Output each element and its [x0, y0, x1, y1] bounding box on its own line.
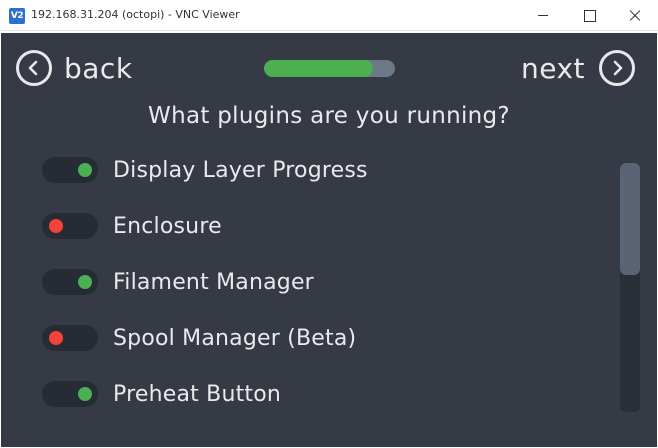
plugin-label: Filament Manager [113, 269, 314, 295]
window-title-bar: V2 192.168.31.204 (octopi) - VNC Viewer [0, 0, 658, 31]
plugin-label: Spool Manager (Beta) [113, 325, 357, 351]
plugin-row: Preheat Button [42, 379, 281, 409]
plugin-toggle[interactable] [42, 325, 98, 351]
toggle-knob [78, 387, 92, 401]
plugin-setup-screen: back next What plugins are you running? … [1, 33, 657, 447]
back-label: back [64, 51, 133, 85]
next-button[interactable]: next [521, 49, 635, 87]
chevron-left-circle-icon [16, 50, 52, 86]
plugin-toggle[interactable] [42, 381, 98, 407]
maximize-button[interactable] [566, 0, 612, 31]
plugin-toggle[interactable] [42, 213, 98, 239]
plugin-toggle[interactable] [42, 157, 98, 183]
back-button[interactable]: back [16, 49, 133, 87]
next-label: next [520, 51, 585, 85]
plugin-list-scrollbar[interactable] [620, 163, 640, 412]
plugin-label: Enclosure [113, 213, 222, 239]
toggle-knob [49, 219, 63, 233]
toggle-knob [78, 275, 92, 289]
minimize-button[interactable] [520, 0, 566, 31]
setup-progress-bar [264, 60, 395, 77]
plugin-label: Display Layer Progress [113, 157, 368, 183]
question-heading: What plugins are you running? [148, 103, 510, 129]
vnc-logo-icon: V2 [9, 8, 25, 24]
plugin-row: Filament Manager [42, 267, 314, 297]
setup-progress-fill [264, 60, 373, 77]
plugin-toggle[interactable] [42, 269, 98, 295]
toggle-knob [78, 163, 92, 177]
window-title: 192.168.31.204 (octopi) - VNC Viewer [31, 8, 240, 21]
plugin-row: Enclosure [42, 211, 222, 241]
plugin-label: Preheat Button [113, 381, 282, 407]
plugin-row: Spool Manager (Beta) [42, 323, 356, 353]
scrollbar-thumb[interactable] [620, 163, 640, 276]
chevron-right-circle-icon [599, 50, 635, 86]
close-button[interactable] [612, 0, 658, 31]
plugin-row: Display Layer Progress [42, 155, 368, 185]
toggle-knob [49, 331, 63, 345]
